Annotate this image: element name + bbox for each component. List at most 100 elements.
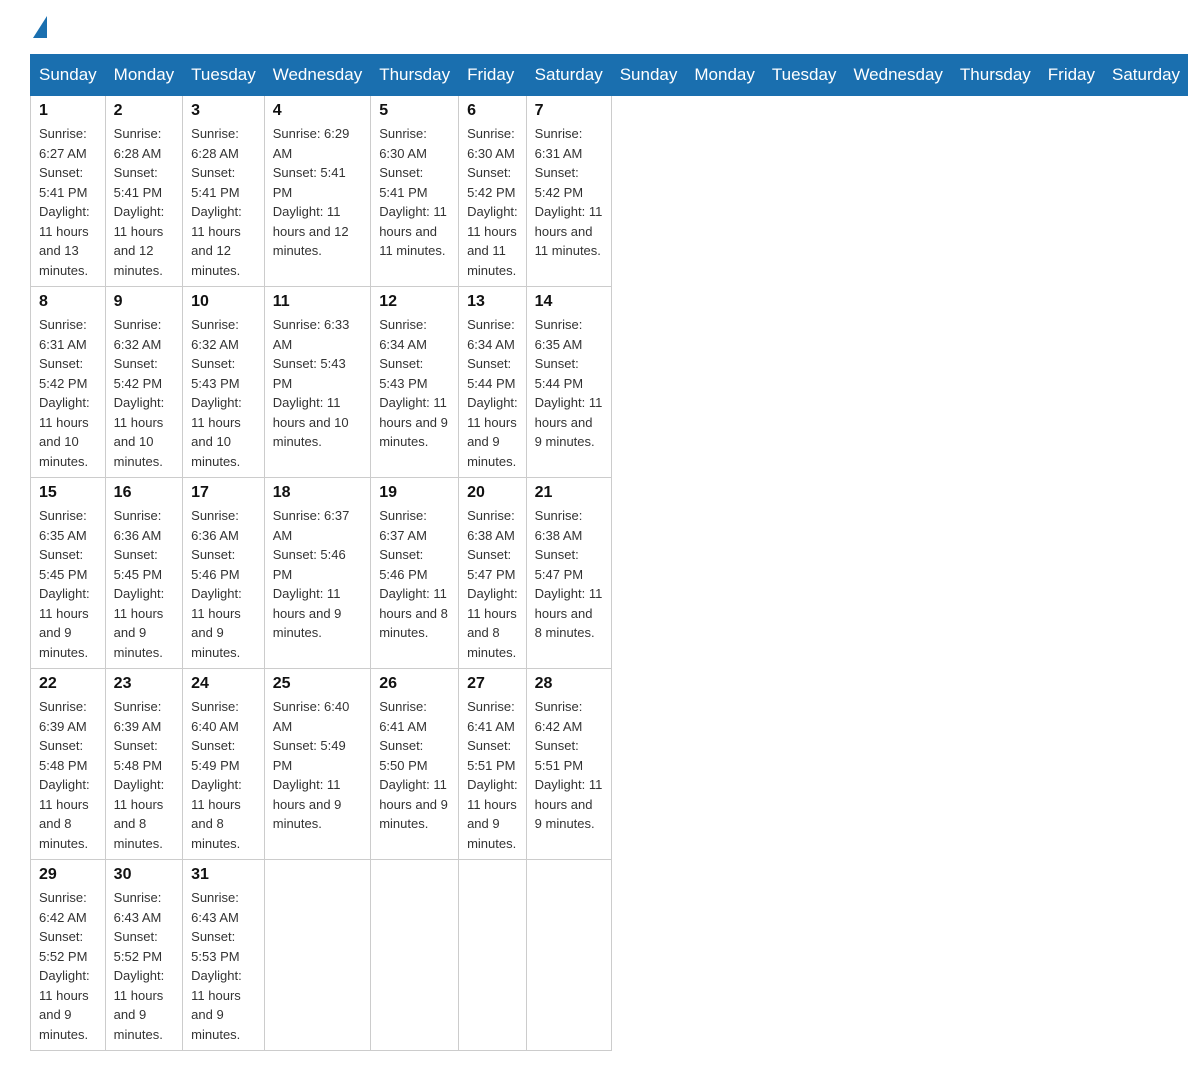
calendar-cell: 5 Sunrise: 6:30 AMSunset: 5:41 PMDayligh…: [371, 96, 459, 287]
calendar-cell: 27 Sunrise: 6:41 AMSunset: 5:51 PMDaylig…: [459, 669, 527, 860]
day-number: 26: [379, 675, 450, 693]
day-info: Sunrise: 6:37 AMSunset: 5:46 PMDaylight:…: [273, 508, 350, 640]
logo: [30, 20, 47, 34]
day-number: 2: [114, 102, 174, 120]
day-info: Sunrise: 6:28 AMSunset: 5:41 PMDaylight:…: [191, 126, 242, 278]
calendar-cell: 1 Sunrise: 6:27 AMSunset: 5:41 PMDayligh…: [31, 96, 106, 287]
calendar-cell: 11 Sunrise: 6:33 AMSunset: 5:43 PMDaylig…: [264, 287, 370, 478]
day-number: 17: [191, 484, 256, 502]
calendar-cell: 16 Sunrise: 6:36 AMSunset: 5:45 PMDaylig…: [105, 478, 182, 669]
day-number: 3: [191, 102, 256, 120]
calendar-cell: 31 Sunrise: 6:43 AMSunset: 5:53 PMDaylig…: [183, 860, 265, 1051]
day-number: 24: [191, 675, 256, 693]
day-info: Sunrise: 6:41 AMSunset: 5:51 PMDaylight:…: [467, 699, 518, 851]
day-number: 10: [191, 293, 256, 311]
calendar-cell: 26 Sunrise: 6:41 AMSunset: 5:50 PMDaylig…: [371, 669, 459, 860]
day-number: 11: [273, 293, 362, 311]
day-info: Sunrise: 6:38 AMSunset: 5:47 PMDaylight:…: [467, 508, 518, 660]
day-info: Sunrise: 6:35 AMSunset: 5:45 PMDaylight:…: [39, 508, 90, 660]
day-info: Sunrise: 6:36 AMSunset: 5:46 PMDaylight:…: [191, 508, 242, 660]
day-number: 28: [535, 675, 603, 693]
col-header-thursday: Thursday: [951, 55, 1039, 96]
col-header-sunday: Sunday: [611, 55, 686, 96]
day-number: 14: [535, 293, 603, 311]
week-row-4: 22 Sunrise: 6:39 AMSunset: 5:48 PMDaylig…: [31, 669, 1188, 860]
day-info: Sunrise: 6:39 AMSunset: 5:48 PMDaylight:…: [39, 699, 90, 851]
calendar-cell: 7 Sunrise: 6:31 AMSunset: 5:42 PMDayligh…: [526, 96, 611, 287]
day-number: 8: [39, 293, 97, 311]
day-number: 27: [467, 675, 518, 693]
calendar-cell: 2 Sunrise: 6:28 AMSunset: 5:41 PMDayligh…: [105, 96, 182, 287]
day-number: 22: [39, 675, 97, 693]
day-number: 4: [273, 102, 362, 120]
day-number: 7: [535, 102, 603, 120]
day-number: 18: [273, 484, 362, 502]
day-number: 19: [379, 484, 450, 502]
calendar-cell: 13 Sunrise: 6:34 AMSunset: 5:44 PMDaylig…: [459, 287, 527, 478]
day-info: Sunrise: 6:29 AMSunset: 5:41 PMDaylight:…: [273, 126, 350, 258]
calendar-cell: 15 Sunrise: 6:35 AMSunset: 5:45 PMDaylig…: [31, 478, 106, 669]
calendar-cell: 14 Sunrise: 6:35 AMSunset: 5:44 PMDaylig…: [526, 287, 611, 478]
day-info: Sunrise: 6:42 AMSunset: 5:52 PMDaylight:…: [39, 890, 90, 1042]
day-number: 9: [114, 293, 174, 311]
calendar-cell: 17 Sunrise: 6:36 AMSunset: 5:46 PMDaylig…: [183, 478, 265, 669]
day-number: 20: [467, 484, 518, 502]
calendar-cell: 3 Sunrise: 6:28 AMSunset: 5:41 PMDayligh…: [183, 96, 265, 287]
calendar-cell: 24 Sunrise: 6:40 AMSunset: 5:49 PMDaylig…: [183, 669, 265, 860]
day-info: Sunrise: 6:43 AMSunset: 5:53 PMDaylight:…: [191, 890, 242, 1042]
calendar-cell: 18 Sunrise: 6:37 AMSunset: 5:46 PMDaylig…: [264, 478, 370, 669]
day-info: Sunrise: 6:41 AMSunset: 5:50 PMDaylight:…: [379, 699, 448, 831]
week-row-5: 29 Sunrise: 6:42 AMSunset: 5:52 PMDaylig…: [31, 860, 1188, 1051]
calendar-cell: [459, 860, 527, 1051]
col-header-monday: Monday: [105, 55, 182, 96]
day-info: Sunrise: 6:43 AMSunset: 5:52 PMDaylight:…: [114, 890, 165, 1042]
col-header-wednesday: Wednesday: [264, 55, 370, 96]
calendar-cell: 25 Sunrise: 6:40 AMSunset: 5:49 PMDaylig…: [264, 669, 370, 860]
col-header-wednesday: Wednesday: [845, 55, 951, 96]
calendar-cell: 29 Sunrise: 6:42 AMSunset: 5:52 PMDaylig…: [31, 860, 106, 1051]
header-row: SundayMondayTuesdayWednesdayThursdayFrid…: [31, 55, 1188, 96]
day-info: Sunrise: 6:36 AMSunset: 5:45 PMDaylight:…: [114, 508, 165, 660]
day-number: 12: [379, 293, 450, 311]
day-number: 31: [191, 866, 256, 884]
day-number: 23: [114, 675, 174, 693]
page-header: [30, 20, 1158, 34]
week-row-2: 8 Sunrise: 6:31 AMSunset: 5:42 PMDayligh…: [31, 287, 1188, 478]
day-info: Sunrise: 6:32 AMSunset: 5:43 PMDaylight:…: [191, 317, 242, 469]
day-info: Sunrise: 6:37 AMSunset: 5:46 PMDaylight:…: [379, 508, 448, 640]
logo-triangle-icon: [33, 16, 47, 38]
day-number: 30: [114, 866, 174, 884]
calendar-cell: 6 Sunrise: 6:30 AMSunset: 5:42 PMDayligh…: [459, 96, 527, 287]
day-number: 29: [39, 866, 97, 884]
day-info: Sunrise: 6:28 AMSunset: 5:41 PMDaylight:…: [114, 126, 165, 278]
day-number: 15: [39, 484, 97, 502]
day-info: Sunrise: 6:30 AMSunset: 5:41 PMDaylight:…: [379, 126, 447, 258]
day-info: Sunrise: 6:30 AMSunset: 5:42 PMDaylight:…: [467, 126, 518, 278]
calendar-cell: [371, 860, 459, 1051]
day-info: Sunrise: 6:34 AMSunset: 5:44 PMDaylight:…: [467, 317, 518, 469]
day-number: 16: [114, 484, 174, 502]
calendar-cell: 19 Sunrise: 6:37 AMSunset: 5:46 PMDaylig…: [371, 478, 459, 669]
calendar-cell: 28 Sunrise: 6:42 AMSunset: 5:51 PMDaylig…: [526, 669, 611, 860]
day-number: 25: [273, 675, 362, 693]
col-header-saturday: Saturday: [1104, 55, 1188, 96]
col-header-tuesday: Tuesday: [763, 55, 845, 96]
day-info: Sunrise: 6:40 AMSunset: 5:49 PMDaylight:…: [191, 699, 242, 851]
week-row-1: 1 Sunrise: 6:27 AMSunset: 5:41 PMDayligh…: [31, 96, 1188, 287]
col-header-thursday: Thursday: [371, 55, 459, 96]
day-info: Sunrise: 6:27 AMSunset: 5:41 PMDaylight:…: [39, 126, 90, 278]
col-header-monday: Monday: [686, 55, 763, 96]
calendar-cell: [264, 860, 370, 1051]
day-info: Sunrise: 6:31 AMSunset: 5:42 PMDaylight:…: [535, 126, 603, 258]
calendar-cell: [526, 860, 611, 1051]
day-info: Sunrise: 6:32 AMSunset: 5:42 PMDaylight:…: [114, 317, 165, 469]
day-info: Sunrise: 6:35 AMSunset: 5:44 PMDaylight:…: [535, 317, 603, 449]
day-info: Sunrise: 6:42 AMSunset: 5:51 PMDaylight:…: [535, 699, 603, 831]
calendar-cell: 12 Sunrise: 6:34 AMSunset: 5:43 PMDaylig…: [371, 287, 459, 478]
day-info: Sunrise: 6:39 AMSunset: 5:48 PMDaylight:…: [114, 699, 165, 851]
day-number: 13: [467, 293, 518, 311]
day-info: Sunrise: 6:40 AMSunset: 5:49 PMDaylight:…: [273, 699, 350, 831]
calendar-cell: 4 Sunrise: 6:29 AMSunset: 5:41 PMDayligh…: [264, 96, 370, 287]
calendar-cell: 10 Sunrise: 6:32 AMSunset: 5:43 PMDaylig…: [183, 287, 265, 478]
col-header-friday: Friday: [459, 55, 527, 96]
